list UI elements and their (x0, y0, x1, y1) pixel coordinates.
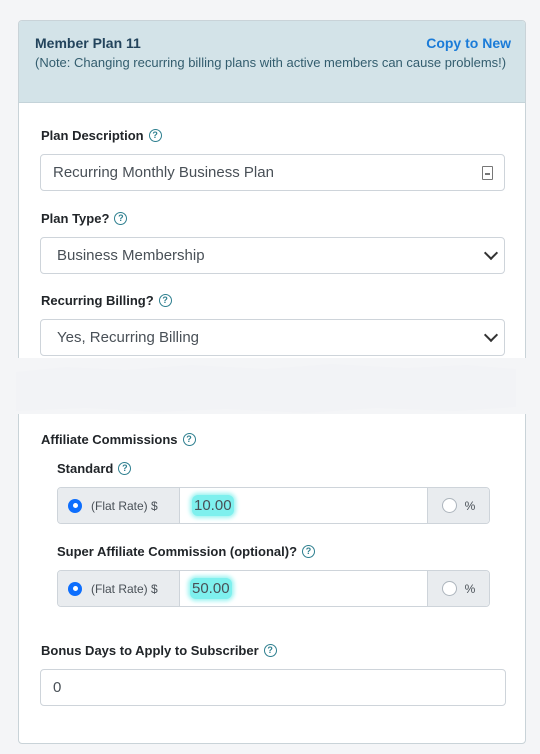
card-header: Member Plan 11 Copy to New (Note: Changi… (19, 21, 525, 103)
standard-commission-label: Standard ? (57, 461, 132, 476)
bonus-days-value: 0 (53, 679, 62, 696)
recurring-billing-label-text: Recurring Billing? (41, 293, 154, 308)
flat-rate-radio[interactable] (68, 581, 82, 596)
standard-label-text: Standard (57, 461, 114, 476)
chevron-down-icon (483, 245, 499, 261)
percent-option[interactable]: % (427, 488, 489, 523)
percent-radio[interactable] (441, 581, 457, 596)
flat-rate-label: (Flat Rate) $ (91, 498, 158, 513)
super-affiliate-input[interactable]: 50.00 (180, 571, 427, 606)
super-affiliate-label: Super Affiliate Commission (optional)? ? (57, 544, 316, 559)
plan-type-label: Plan Type? ? (41, 211, 128, 226)
card-note: (Note: Changing recurring billing plans … (35, 55, 507, 70)
percent-option[interactable]: % (427, 571, 489, 606)
percent-label: % (464, 498, 476, 513)
flat-rate-radio[interactable] (68, 498, 82, 513)
standard-commission-group: (Flat Rate) $ 10.00 % (57, 487, 490, 524)
affiliate-commissions-label: Affiliate Commissions ? (41, 432, 196, 447)
help-icon[interactable]: ? (118, 462, 132, 475)
super-affiliate-label-text: Super Affiliate Commission (optional)? (57, 544, 298, 559)
plan-type-label-text: Plan Type? (41, 211, 110, 226)
help-icon[interactable]: ? (158, 294, 172, 307)
plan-description-label: Plan Description ? (41, 128, 162, 143)
help-icon[interactable]: ? (302, 545, 316, 558)
flat-rate-option[interactable]: (Flat Rate) $ (58, 488, 180, 523)
affiliate-commissions-label-text: Affiliate Commissions (41, 432, 178, 447)
percent-label: % (464, 581, 476, 596)
bonus-days-input[interactable]: 0 (40, 669, 506, 706)
help-icon[interactable]: ? (263, 644, 277, 657)
plan-description-input[interactable]: Recurring Monthly Business Plan (40, 154, 505, 191)
copy-to-new-link[interactable]: Copy to New (426, 35, 511, 51)
super-affiliate-group: (Flat Rate) $ 50.00 % (57, 570, 490, 607)
plan-description-value: Recurring Monthly Business Plan (53, 164, 274, 181)
percent-radio[interactable] (441, 498, 457, 513)
flat-rate-option[interactable]: (Flat Rate) $ (58, 571, 180, 606)
plan-type-selected: Business Membership (57, 247, 205, 264)
super-affiliate-value: 50.00 (190, 578, 232, 599)
recurring-billing-selected: Yes, Recurring Billing (57, 329, 200, 346)
help-icon[interactable]: ? (148, 129, 162, 142)
bonus-days-label-text: Bonus Days to Apply to Subscriber (41, 643, 259, 658)
help-icon[interactable]: ? (114, 212, 128, 225)
recurring-billing-select[interactable]: Yes, Recurring Billing (40, 319, 505, 356)
plan-type-select[interactable]: Business Membership (40, 237, 505, 274)
help-icon[interactable]: ? (182, 433, 196, 446)
chevron-down-icon (483, 327, 499, 343)
plan-description-label-text: Plan Description (41, 128, 144, 143)
standard-commission-value: 10.00 (192, 495, 234, 516)
flat-rate-label: (Flat Rate) $ (91, 581, 158, 596)
contact-card-icon (482, 166, 493, 180)
standard-commission-input[interactable]: 10.00 (180, 488, 427, 523)
redacted-content (16, 364, 516, 413)
recurring-billing-label: Recurring Billing? ? (41, 293, 172, 308)
bonus-days-label: Bonus Days to Apply to Subscriber ? (41, 643, 277, 658)
